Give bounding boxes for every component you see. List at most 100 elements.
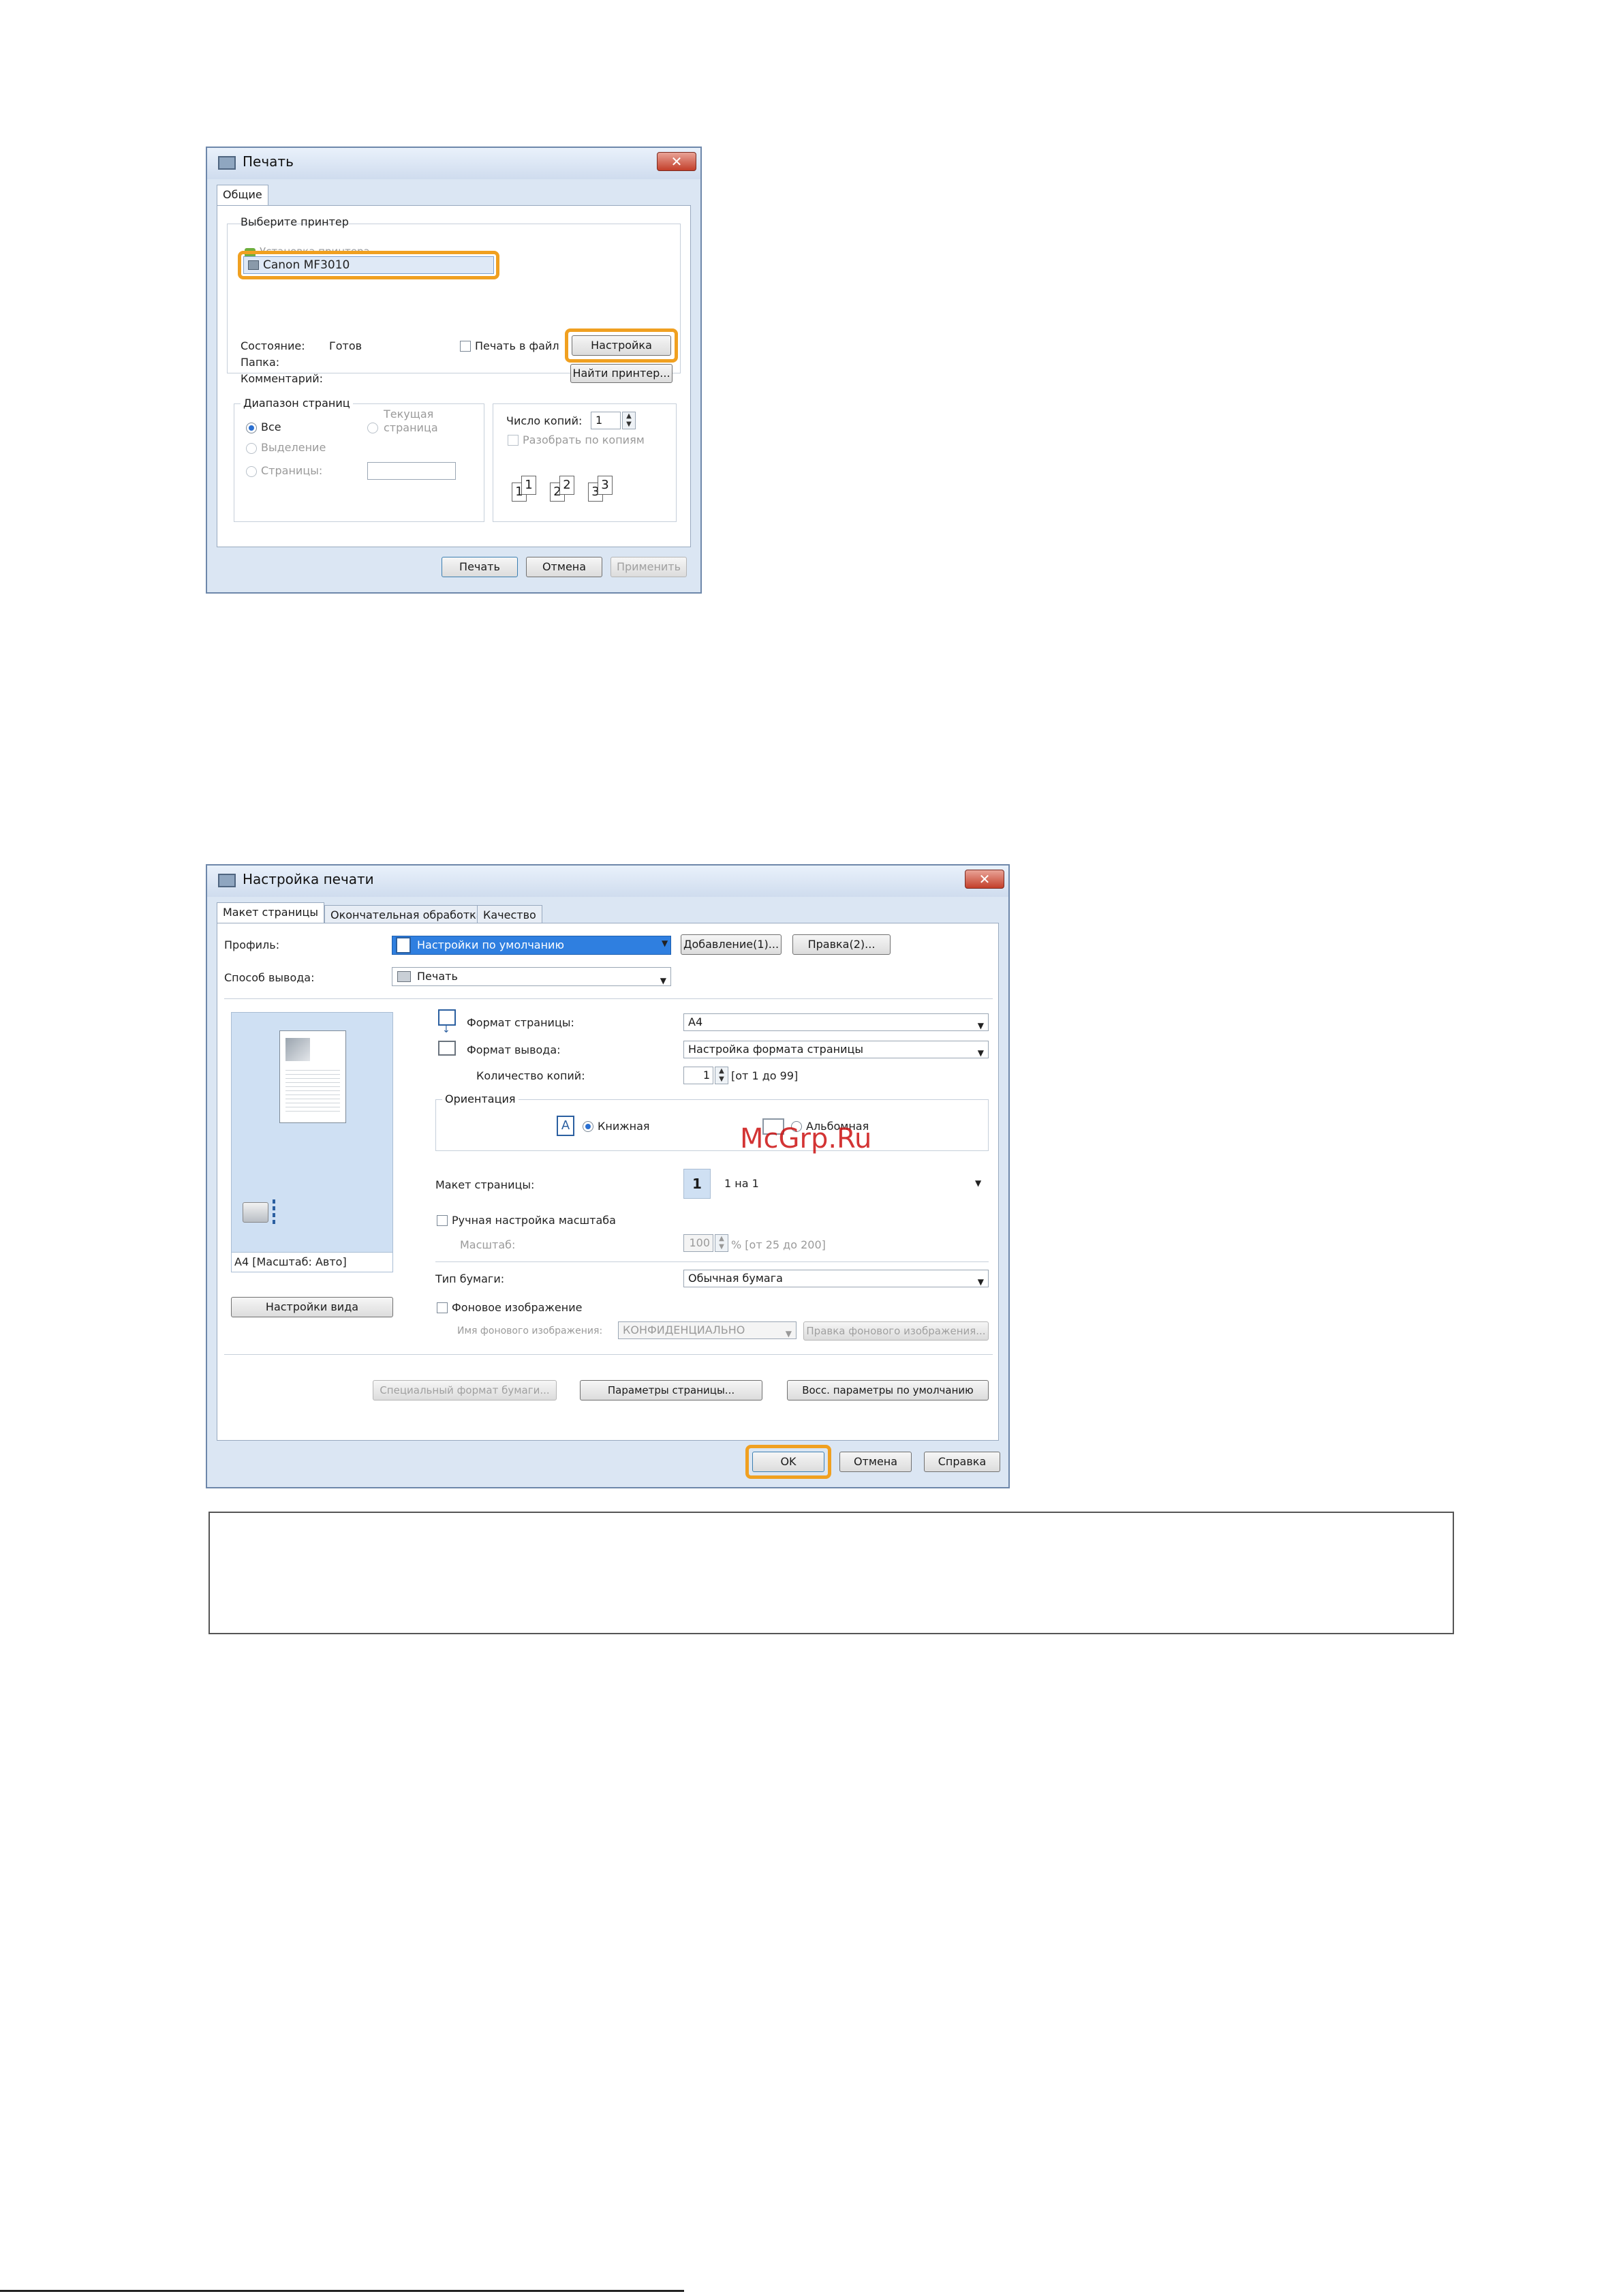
settings-highlight bbox=[565, 328, 678, 363]
preview-caption: A4 [Масштаб: Авто] bbox=[234, 1255, 347, 1268]
page-layout-value: 1 на 1 bbox=[724, 1177, 759, 1190]
comment-label: Комментарий: bbox=[241, 372, 324, 385]
profile-select[interactable]: Настройки по умолчанию bbox=[392, 936, 671, 955]
page-options-button[interactable]: Параметры страницы... bbox=[580, 1380, 762, 1400]
print-dialog-titlebar[interactable]: Печать ✕ bbox=[207, 148, 700, 179]
apply-button[interactable]: Применить bbox=[610, 557, 687, 577]
output-method-select[interactable]: Печать ▼ bbox=[392, 967, 671, 986]
output-method-value: Печать bbox=[417, 970, 458, 983]
range-pages-radio[interactable] bbox=[246, 466, 257, 477]
restore-defaults-button[interactable]: Восс. параметры по умолчанию bbox=[787, 1380, 989, 1400]
tab-quality[interactable]: Качество bbox=[477, 905, 542, 923]
bottom-separator bbox=[224, 1354, 993, 1355]
chevron-down-icon: ▼ bbox=[977, 1048, 984, 1058]
copies-spinner[interactable]: ▲ ▼ bbox=[622, 412, 636, 429]
cancel-button[interactable]: Отмена bbox=[839, 1452, 912, 1472]
range-current-label-1: Текущая bbox=[384, 408, 434, 420]
note-box bbox=[208, 1512, 1454, 1634]
print-to-file-checkbox[interactable] bbox=[460, 341, 471, 352]
copies-label: Число копий: bbox=[506, 414, 583, 427]
chevron-down-icon: ▼ bbox=[975, 1178, 982, 1188]
status-label: Состояние: bbox=[241, 339, 305, 352]
paper-type-select[interactable]: Обычная бумага ▼ bbox=[683, 1270, 989, 1287]
chevron-down-icon: ▼ bbox=[977, 1021, 984, 1030]
chevron-down-icon: ▼ bbox=[660, 976, 666, 985]
copies-input[interactable]: 1 bbox=[591, 412, 621, 429]
watermark-checkbox[interactable] bbox=[437, 1302, 448, 1313]
range-pages-input[interactable] bbox=[367, 462, 456, 480]
copies-spinner[interactable]: ▲ ▼ bbox=[715, 1067, 728, 1084]
manual-scaling-checkbox[interactable] bbox=[437, 1215, 448, 1226]
preview-pane: A4 [Масштаб: Авто] bbox=[231, 1012, 393, 1272]
edit-profile-button[interactable]: Правка(2)... bbox=[792, 934, 891, 955]
chevron-down-icon: ▼ bbox=[785, 1329, 792, 1338]
printer-highlight bbox=[238, 251, 499, 279]
watermark-name-label: Имя фонового изображения: bbox=[457, 1326, 603, 1336]
watermark-overlay-text: McGrp.Ru bbox=[740, 1123, 872, 1154]
print-output-icon bbox=[397, 971, 411, 982]
print-button[interactable]: Печать bbox=[442, 557, 518, 577]
range-current-radio[interactable] bbox=[367, 423, 378, 433]
page-layout-select[interactable]: 1 1 на 1 ▼ bbox=[683, 1169, 989, 1199]
print-settings-dialog: Настройка печати ✕ Макет страницы Оконча… bbox=[206, 864, 1010, 1488]
scaling-value: 100 bbox=[689, 1236, 710, 1249]
collate-checkbox[interactable] bbox=[508, 435, 519, 446]
chevron-down-icon: ▼ bbox=[977, 1277, 984, 1287]
printer-icon bbox=[218, 874, 236, 887]
scaling-input[interactable]: 100 bbox=[683, 1234, 713, 1252]
portrait-radio[interactable] bbox=[583, 1121, 593, 1132]
watermark-edit-button[interactable]: Правка фонового изображения... bbox=[803, 1321, 989, 1341]
copies-range: [от 1 до 99] bbox=[731, 1069, 799, 1082]
page-layout-icon: 1 bbox=[683, 1169, 711, 1199]
copies-value: 1 bbox=[702, 1069, 710, 1082]
tab-page-layout[interactable]: Макет страницы bbox=[217, 902, 324, 923]
page-range-title: Диапазон страниц bbox=[241, 397, 353, 410]
range-all-label: Все bbox=[261, 420, 281, 433]
view-settings-button[interactable]: Настройки вида bbox=[231, 1297, 393, 1317]
range-selection-radio[interactable] bbox=[246, 443, 257, 454]
cancel-button[interactable]: Отмена bbox=[526, 557, 602, 577]
output-method-label: Способ вывода: bbox=[224, 971, 315, 984]
close-button[interactable]: ✕ bbox=[657, 152, 696, 171]
profile-value: Настройки по умолчанию bbox=[417, 938, 564, 951]
range-pages-label: Страницы: bbox=[261, 464, 323, 477]
tab-finishing[interactable]: Окончательная обработка bbox=[324, 905, 489, 923]
settings-titlebar[interactable]: Настройка печати ✕ bbox=[207, 866, 1008, 897]
close-icon: ✕ bbox=[978, 871, 991, 887]
close-icon: ✕ bbox=[670, 153, 683, 170]
find-printer-button[interactable]: Найти принтер... bbox=[570, 364, 673, 383]
page-size-select[interactable]: A4 ▼ bbox=[683, 1013, 989, 1031]
page-size-value: A4 bbox=[688, 1015, 703, 1028]
page-size-label: Формат страницы: bbox=[467, 1016, 574, 1029]
general-panel: Выберите принтер Установка принтера Cano… bbox=[217, 205, 691, 547]
profile-label: Профиль: bbox=[224, 938, 280, 951]
printer-icon bbox=[218, 156, 236, 170]
status-value: Готов bbox=[329, 339, 362, 352]
watermark-name-value: КОНФИДЕНЦИАЛЬНО bbox=[623, 1323, 745, 1336]
tab-general[interactable]: Общие bbox=[217, 185, 268, 205]
help-button[interactable]: Справка bbox=[924, 1452, 1000, 1472]
range-all-radio[interactable] bbox=[246, 423, 257, 433]
paper-feed-icon bbox=[273, 1199, 275, 1225]
close-button[interactable]: ✕ bbox=[965, 870, 1004, 889]
watermark-name-select[interactable]: КОНФИДЕНЦИАЛЬНО ▼ bbox=[618, 1321, 797, 1339]
orientation-title: Ориентация bbox=[442, 1092, 519, 1105]
collate-illustration: 1 1 2 2 3 3 bbox=[512, 476, 621, 506]
add-profile-button[interactable]: Добавление(1)... bbox=[681, 934, 782, 955]
profile-dropdown-arrow-icon[interactable]: ▼ bbox=[662, 938, 668, 948]
scaling-spinner[interactable]: ▲ ▼ bbox=[715, 1234, 728, 1252]
output-size-icon bbox=[438, 1041, 456, 1056]
paper-type-value: Обычная бумага bbox=[688, 1272, 783, 1285]
print-dialog: Печать ✕ Общие Выберите принтер Установк… bbox=[206, 147, 702, 594]
output-size-select[interactable]: Настройка формата страницы ▼ bbox=[683, 1041, 989, 1058]
manual-scaling-label: Ручная настройка масштаба bbox=[452, 1214, 616, 1227]
watermark-label: Фоновое изображение bbox=[452, 1301, 583, 1314]
page-layout-label: Макет страницы: bbox=[435, 1178, 535, 1191]
select-printer-label: Выберите принтер bbox=[241, 215, 349, 228]
ok-highlight bbox=[745, 1445, 831, 1479]
copies-input[interactable]: 1 bbox=[683, 1067, 713, 1084]
range-selection-label: Выделение bbox=[261, 441, 326, 454]
footer-rule bbox=[0, 2290, 684, 2292]
custom-paper-button[interactable]: Специальный формат бумаги... bbox=[373, 1380, 557, 1400]
scaling-range: % [от 25 до 200] bbox=[731, 1238, 826, 1251]
